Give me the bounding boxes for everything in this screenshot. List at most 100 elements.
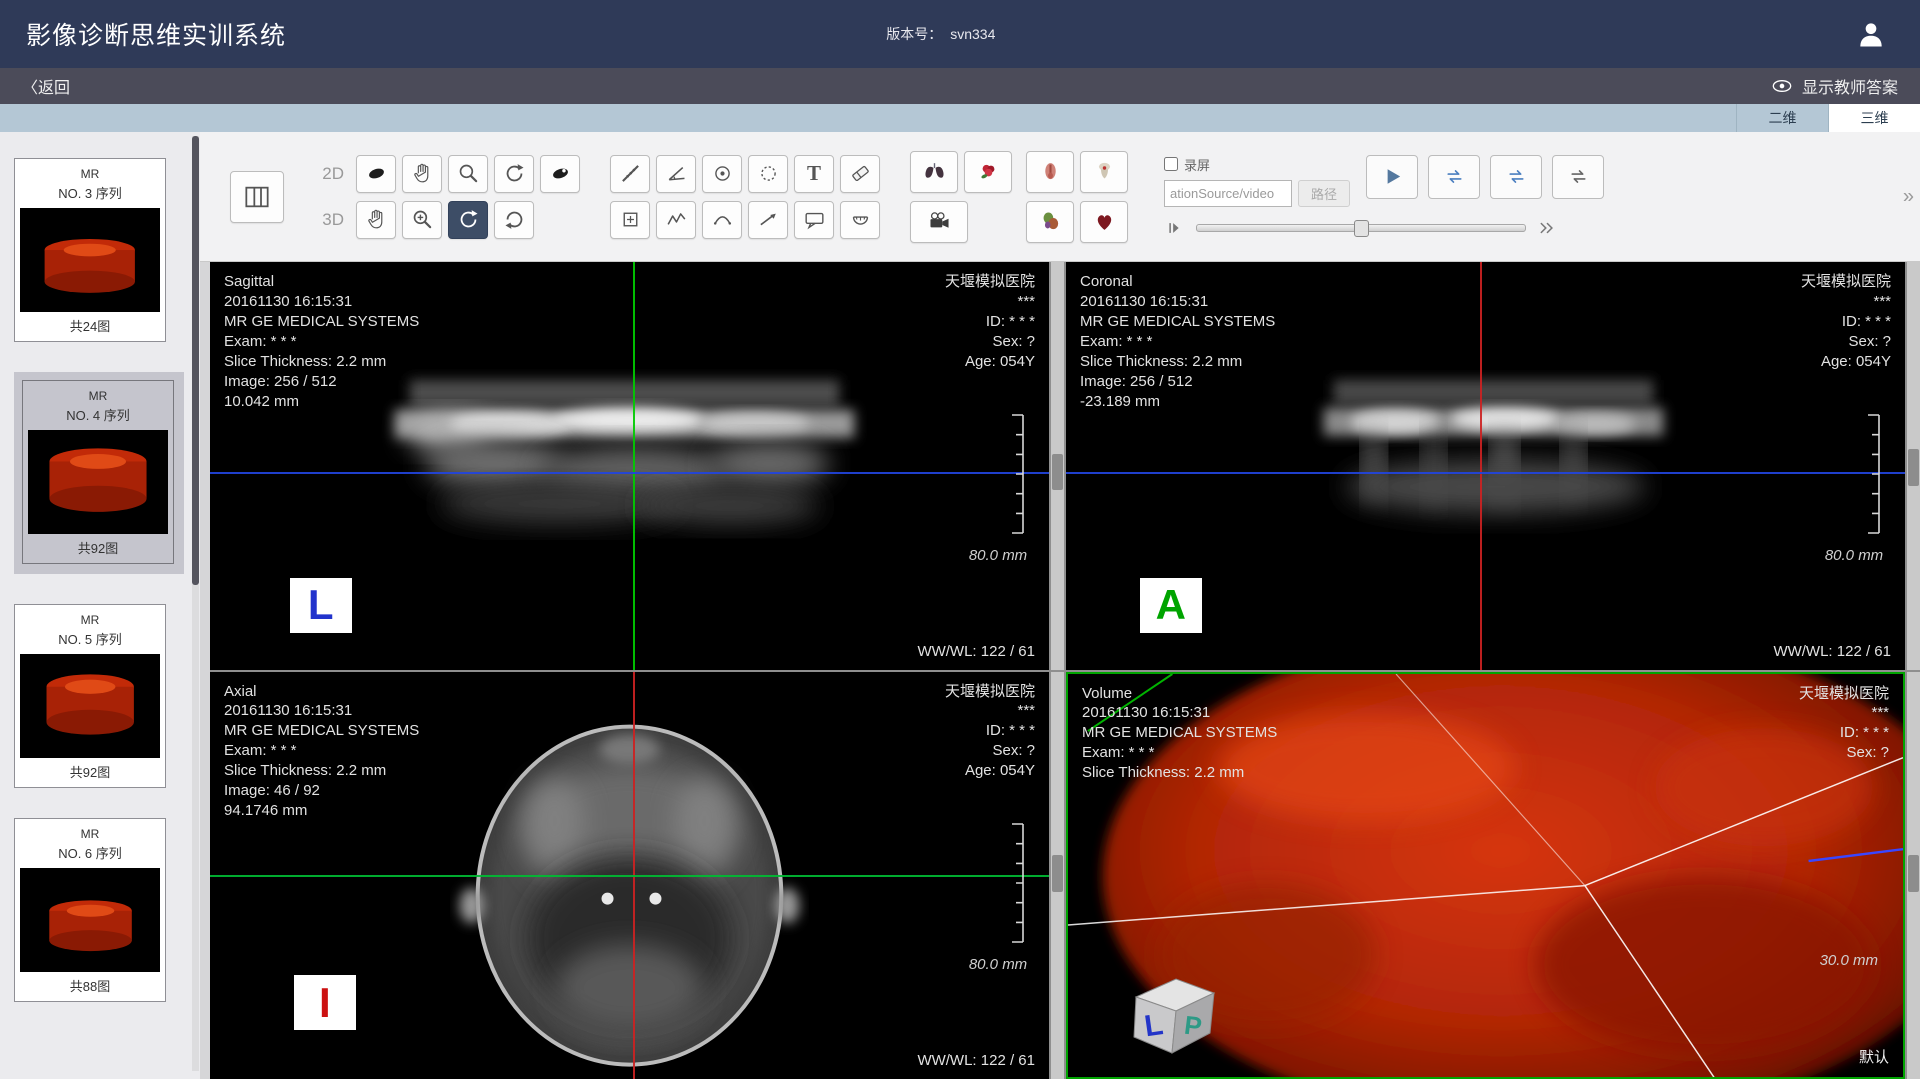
volume-info-overlay: Volume 20161130 16:15:31 MR GE MEDICAL S…	[1082, 684, 1277, 784]
series-card-5[interactable]: MR NO. 5 序列 共92图	[14, 604, 166, 788]
cine-slider-track[interactable]	[1196, 224, 1526, 232]
hospital-name: 天堰模拟医院	[945, 272, 1035, 292]
label-3d: 3D	[314, 210, 344, 230]
rotate-2d-button[interactable]	[494, 155, 534, 193]
heart-preset-button[interactable]	[1080, 201, 1128, 243]
crosshair-vertical-green[interactable]	[633, 262, 635, 670]
crosshair-horizontal-green[interactable]	[210, 875, 1049, 877]
path-button[interactable]: 路径	[1298, 180, 1350, 207]
protractor-button[interactable]	[840, 201, 880, 239]
sagittal-slice-scrollbar[interactable]	[1051, 262, 1064, 670]
series-name: NO. 3 序列	[15, 183, 165, 202]
tissue-preset-button[interactable]	[964, 151, 1012, 193]
pan-3d-button[interactable]	[356, 201, 396, 239]
curve-button[interactable]	[702, 201, 742, 239]
ruler-ticks	[1863, 413, 1883, 535]
throat-icon	[1038, 159, 1063, 184]
zoom-3d-button[interactable]	[402, 201, 442, 239]
text-annotation-button[interactable]: T	[794, 155, 834, 193]
crosshair-vertical-red[interactable]	[1480, 262, 1482, 670]
swap-direction-button[interactable]	[1552, 155, 1604, 199]
ellipse-roi-button[interactable]	[748, 155, 788, 193]
cine-slider-thumb[interactable]	[1354, 220, 1369, 237]
record-screen-checkbox[interactable]	[1164, 157, 1178, 171]
polyline-button[interactable]	[656, 201, 696, 239]
patient-sex: Sex: ?	[1799, 743, 1889, 763]
layout-grid-icon	[241, 181, 273, 213]
series-modality: MR	[15, 613, 165, 627]
toolbar-collapse-chevron[interactable]: »	[1903, 185, 1914, 208]
body-preset-button[interactable]	[1026, 201, 1074, 243]
reset-3d-button[interactable]	[494, 201, 534, 239]
volume-scrollbar[interactable]	[1907, 672, 1920, 1079]
app-title: 影像诊断思维实训系统	[26, 16, 286, 52]
pan-2d-button[interactable]	[402, 155, 442, 193]
sidebar-scrollbar[interactable]	[192, 136, 199, 1071]
tab-3d[interactable]: 三维	[1828, 104, 1920, 132]
video-source-input[interactable]	[1164, 180, 1292, 207]
tab-2d[interactable]: 二维	[1736, 104, 1828, 132]
series-card-3[interactable]: MR NO. 3 序列 共24图	[14, 158, 166, 342]
axial-info-overlay: Axial 20161130 16:15:31 MR GE MEDICAL SY…	[224, 682, 419, 822]
roi-box-button[interactable]	[610, 201, 650, 239]
scroll-thumb[interactable]	[1052, 454, 1063, 491]
series-card-4[interactable]: MR NO. 4 序列 共92图	[22, 380, 174, 564]
sidebar-scroll-thumb[interactable]	[192, 136, 199, 585]
ruler-tool-button[interactable]	[610, 155, 650, 193]
pane-datetime: 20161130 16:15:31	[224, 701, 419, 721]
pane-exam: Exam: * * *	[1080, 332, 1275, 352]
window-level-2d-button[interactable]	[356, 155, 396, 193]
rose-organ-icon	[976, 159, 1001, 184]
scroll-thumb[interactable]	[1908, 855, 1919, 892]
crosshair-horizontal-blue[interactable]	[1066, 472, 1905, 474]
angle-tool-button[interactable]	[656, 155, 696, 193]
eraser-button[interactable]	[840, 155, 880, 193]
pane-sagittal[interactable]: Sagittal 20161130 16:15:31 MR GE MEDICAL…	[210, 262, 1049, 670]
scroll-thumb[interactable]	[1908, 449, 1919, 486]
scroll-thumb[interactable]	[1052, 855, 1063, 892]
series-name: NO. 5 序列	[15, 629, 165, 648]
throat-preset-button[interactable]	[1026, 151, 1074, 193]
pane-title: Axial	[224, 682, 419, 702]
series-thumbnail	[20, 208, 160, 312]
magnifier-plus-icon	[410, 207, 435, 232]
crosshair-horizontal-blue[interactable]	[210, 472, 1049, 474]
coronal-slice-scrollbar[interactable]	[1907, 262, 1920, 670]
version-value: svn334	[950, 26, 995, 42]
loop-button[interactable]	[1428, 155, 1480, 199]
comment-button[interactable]	[794, 201, 834, 239]
show-teacher-answer-label: 显示教师答案	[1802, 74, 1898, 98]
play-icon	[1380, 164, 1405, 189]
bone-preset-button[interactable]	[1080, 151, 1128, 193]
arrow-annotation-button[interactable]	[748, 201, 788, 239]
colored-body-icon	[1038, 209, 1063, 234]
wwwl-value: WW/WL: 122 / 61	[1773, 643, 1891, 660]
pane-axial[interactable]: Axial 20161130 16:15:31 MR GE MEDICAL SY…	[210, 672, 1049, 1079]
nav-bar: 〈返回 显示教师答案	[0, 68, 1920, 104]
record-video-button[interactable]	[910, 201, 968, 243]
loop-icon	[1442, 164, 1467, 189]
play-button[interactable]	[1366, 155, 1418, 199]
patient-age: Age: 054Y	[945, 761, 1035, 781]
refresh-icon	[502, 207, 527, 232]
series-card-6[interactable]: MR NO. 6 序列 共88图	[14, 818, 166, 1002]
zoom-2d-button[interactable]	[448, 155, 488, 193]
pane-volume[interactable]: Volume 20161130 16:15:31 MR GE MEDICAL S…	[1066, 672, 1905, 1079]
slice-scroll-2d-button[interactable]	[540, 155, 580, 193]
back-button[interactable]: 〈返回	[22, 74, 70, 98]
rotate-3d-button[interactable]	[448, 201, 488, 239]
pane-thickness: Slice Thickness: 2.2 mm	[224, 352, 419, 372]
axial-slice-scrollbar[interactable]	[1051, 672, 1064, 1079]
loop-reverse-button[interactable]	[1490, 155, 1542, 199]
orientation-cube[interactable]: L P	[1118, 959, 1226, 1057]
scale-ruler: 80.0 mm	[969, 822, 1027, 973]
fast-forward-icon[interactable]	[1536, 217, 1558, 239]
step-forward-icon[interactable]	[1164, 217, 1186, 239]
point-tool-button[interactable]	[702, 155, 742, 193]
lungs-preset-button[interactable]	[910, 151, 958, 193]
pane-coronal[interactable]: Coronal 20161130 16:15:31 MR GE MEDICAL …	[1066, 262, 1905, 670]
patient-sex: Sex: ?	[945, 741, 1035, 761]
show-teacher-answer-button[interactable]: 显示教师答案	[1770, 74, 1898, 98]
user-button[interactable]	[1848, 14, 1894, 54]
layout-button[interactable]	[230, 171, 284, 223]
